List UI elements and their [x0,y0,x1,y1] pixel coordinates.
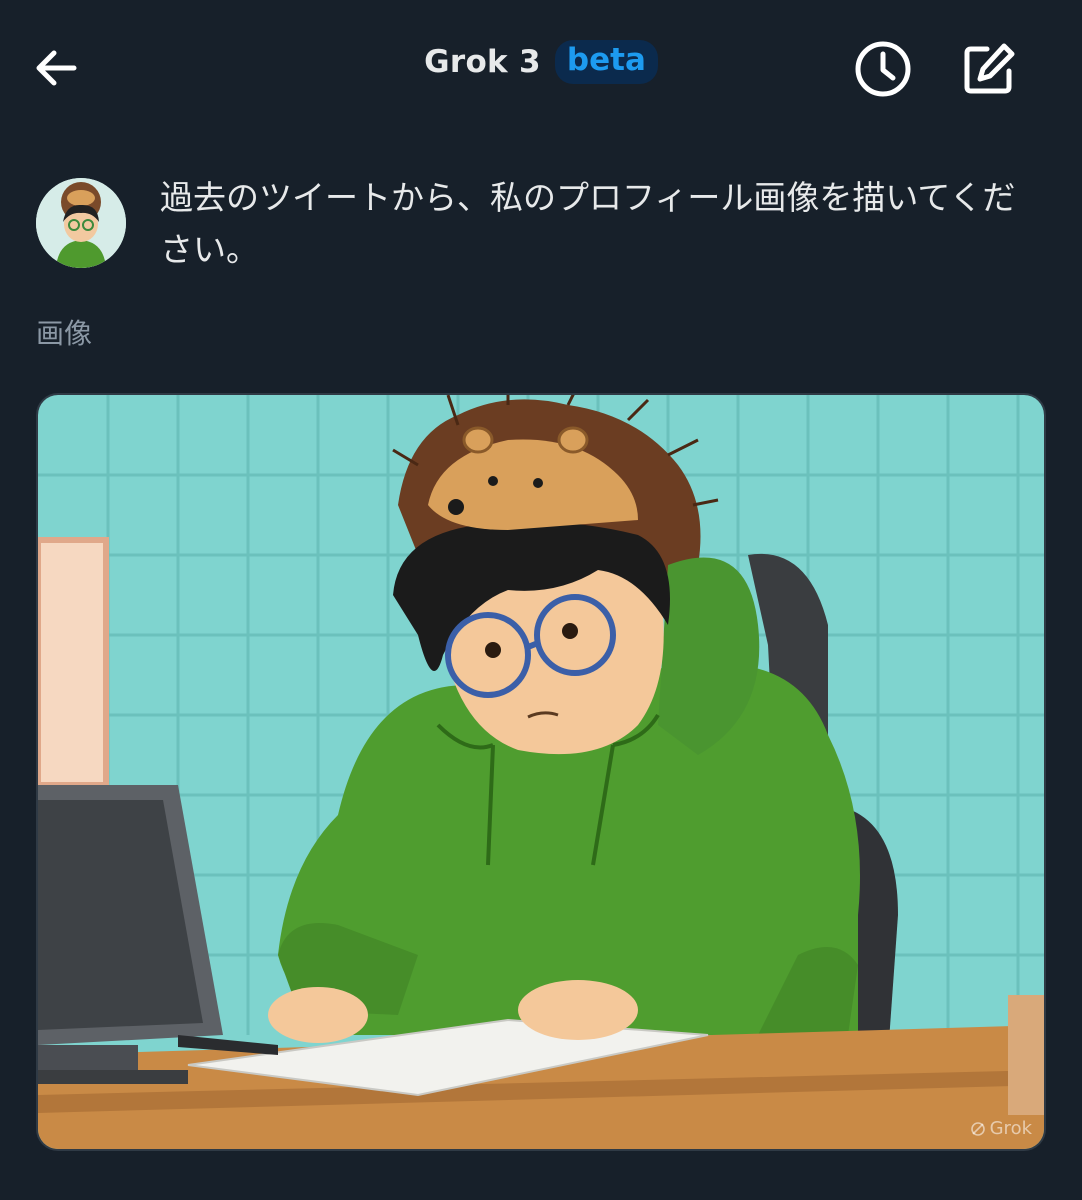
app-title: Grok 3 [424,44,541,80]
avatar[interactable] [36,178,126,268]
header-title: Grok 3 beta [0,40,1082,84]
top-bar: Grok 3 beta [0,0,1082,132]
history-button[interactable] [848,34,918,104]
grok-watermark: Grok [970,1118,1032,1139]
prompt-text: 過去のツイートから、私のプロフィール画像を描いてください。 [160,178,1016,269]
image-section-label: 画像 [36,317,93,350]
grok-logo-icon [970,1121,985,1136]
clock-icon [855,41,911,97]
beta-badge: beta [554,40,658,84]
watermark-label: Grok [989,1118,1032,1139]
edit-icon [964,43,1015,94]
avatar-illustration [36,178,126,268]
generated-illustration [38,395,1044,1149]
new-chat-button[interactable] [954,34,1024,104]
generated-image[interactable]: Grok [36,393,1046,1151]
user-message: 過去のツイートから、私のプロフィール画像を描いてください。 [36,172,1046,276]
